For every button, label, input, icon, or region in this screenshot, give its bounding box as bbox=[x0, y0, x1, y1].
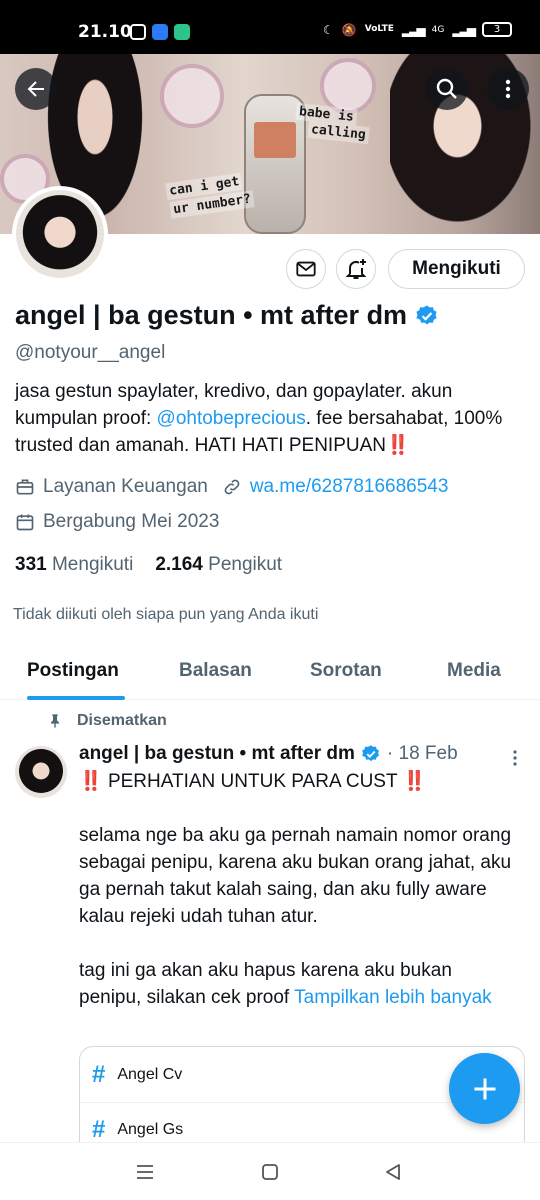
status-time: 21.10 bbox=[78, 22, 132, 42]
instagram-icon bbox=[130, 24, 146, 40]
moon-icon: ☾ bbox=[323, 22, 334, 37]
joined-date: Bergabung Mei 2023 bbox=[43, 511, 220, 532]
post-paragraph: selama nge ba aku ga pernah namain nomor… bbox=[79, 825, 512, 927]
profile-bio: jasa gestun spaylater, kredivo, dan gopa… bbox=[15, 378, 525, 459]
profile-avatar[interactable] bbox=[12, 186, 108, 282]
show-more-link[interactable]: Tampilkan lebih banyak bbox=[294, 987, 492, 1008]
post-author-name[interactable]: angel | ba gestun • mt after dm bbox=[79, 743, 355, 765]
following-label: Mengikuti bbox=[51, 554, 134, 575]
following-count: 331 bbox=[15, 554, 47, 575]
verified-badge-icon bbox=[362, 745, 379, 762]
bio-mention-link[interactable]: @ohtobeprecious bbox=[157, 408, 306, 429]
status-indicators: ☾ 🔕 VoLTE ▂▃▅ 4G ▂▃▅ 3 bbox=[323, 22, 512, 37]
menu-icon bbox=[137, 1165, 153, 1179]
follow-stats: 331 Mengikuti 2.164 Pengikut bbox=[15, 554, 282, 576]
back-button[interactable] bbox=[15, 68, 57, 110]
pinned-label: Disematkan bbox=[77, 712, 167, 729]
hashtag-label: Angel Gs bbox=[117, 1121, 184, 1138]
signal-icon: ▂▃▅ bbox=[401, 22, 426, 37]
double-exclamation-emoji: ‼️ bbox=[79, 771, 103, 792]
bell-plus-icon bbox=[345, 259, 367, 279]
volte-icon: VoLTE bbox=[364, 24, 394, 34]
back-nav-button[interactable] bbox=[384, 1163, 402, 1185]
post-text[interactable]: ‼️ PERHATIAN UNTUK PARA CUST ‼️ selama n… bbox=[79, 768, 519, 1011]
system-nav-bar bbox=[0, 1142, 540, 1200]
profile-meta-row: Layanan Keuangan wa.me/6287816686543 bbox=[15, 476, 448, 498]
more-vertical-icon bbox=[505, 79, 511, 99]
website-link[interactable]: wa.me/6287816686543 bbox=[250, 476, 449, 498]
verified-badge-icon[interactable] bbox=[415, 304, 439, 328]
website[interactable]: wa.me/6287816686543 bbox=[222, 476, 449, 498]
network-type-label: 4G bbox=[431, 24, 445, 35]
more-options-button[interactable] bbox=[487, 68, 529, 110]
tab-balasan[interactable]: Balasan bbox=[179, 660, 252, 682]
followers-label: Pengikut bbox=[208, 554, 283, 575]
calendar-icon bbox=[16, 514, 34, 531]
status-bar: 21.10 ☾ 🔕 VoLTE ▂▃▅ 4G ▂▃▅ 3 bbox=[0, 0, 540, 54]
banner-caption: calling bbox=[307, 120, 370, 145]
link-icon bbox=[224, 479, 240, 495]
recent-apps-button[interactable] bbox=[135, 1163, 155, 1185]
hashtag-label: Angel Cv bbox=[117, 1065, 183, 1083]
home-button[interactable] bbox=[261, 1163, 279, 1185]
briefcase-icon bbox=[16, 479, 34, 495]
square-icon bbox=[262, 1164, 278, 1180]
battery-icon: 3 bbox=[482, 22, 512, 37]
notify-button[interactable] bbox=[336, 249, 376, 289]
category: Layanan Keuangan bbox=[15, 476, 208, 498]
double-exclamation-emoji: ‼️ bbox=[402, 771, 427, 792]
double-exclamation-emoji: ‼️ bbox=[386, 435, 410, 456]
post-author-avatar[interactable] bbox=[15, 746, 67, 798]
profile-tabs: Postingan Balasan Sorotan Media bbox=[0, 644, 540, 700]
compose-post-button[interactable] bbox=[449, 1053, 520, 1124]
chat-notification-icon bbox=[174, 24, 190, 40]
mail-icon bbox=[296, 261, 316, 277]
triangle-back-icon bbox=[386, 1164, 400, 1180]
mute-icon: 🔕 bbox=[341, 22, 357, 37]
app-notification-icon bbox=[152, 24, 168, 40]
search-button[interactable] bbox=[426, 68, 468, 110]
tab-postingan[interactable]: Postingan bbox=[27, 660, 119, 682]
category-label: Layanan Keuangan bbox=[43, 476, 208, 497]
tab-sorotan[interactable]: Sorotan bbox=[310, 660, 382, 682]
pinned-indicator: Disematkan bbox=[47, 712, 167, 730]
pin-icon bbox=[51, 714, 59, 728]
more-vertical-icon bbox=[513, 750, 517, 766]
post-date[interactable]: · 18 Feb bbox=[387, 743, 458, 765]
message-button[interactable] bbox=[286, 249, 326, 289]
active-tab-indicator bbox=[27, 696, 125, 700]
hashtag-icon: # bbox=[92, 1116, 106, 1143]
display-name: angel | ba gestun • mt after dm bbox=[15, 300, 408, 330]
profile-handle: @notyour__angel bbox=[15, 342, 166, 363]
plus-icon bbox=[474, 1078, 495, 1099]
post-header: angel | ba gestun • mt after dm · 18 Feb bbox=[79, 743, 458, 765]
followers-count: 2.164 bbox=[155, 554, 203, 575]
arrow-left-icon bbox=[27, 81, 44, 97]
followers-stat[interactable]: 2.164 Pengikut bbox=[155, 554, 282, 576]
search-icon bbox=[436, 78, 457, 99]
post-headline: ‼️ PERHATIAN UNTUK PARA CUST ‼️ bbox=[79, 768, 519, 795]
profile-joined-row: Bergabung Mei 2023 bbox=[15, 511, 219, 533]
notification-icons bbox=[130, 24, 190, 40]
banner-decor-flower bbox=[160, 64, 224, 128]
post-headline-text: PERHATIAN UNTUK PARA CUST bbox=[107, 771, 398, 792]
following-stat[interactable]: 331 Mengikuti bbox=[15, 554, 133, 576]
following-button[interactable]: Mengikuti bbox=[388, 249, 525, 289]
hashtag-icon: # bbox=[92, 1060, 106, 1088]
tab-media[interactable]: Media bbox=[447, 660, 501, 682]
signal-icon-2: ▂▃▅ bbox=[452, 22, 476, 37]
mutual-followers-note: Tidak diikuti oleh siapa pun yang Anda i… bbox=[13, 606, 319, 623]
profile-name-row: angel | ba gestun • mt after dm bbox=[15, 300, 439, 331]
post-paragraph: tag ini ga akan aku hapus karena aku buk… bbox=[79, 957, 519, 1011]
